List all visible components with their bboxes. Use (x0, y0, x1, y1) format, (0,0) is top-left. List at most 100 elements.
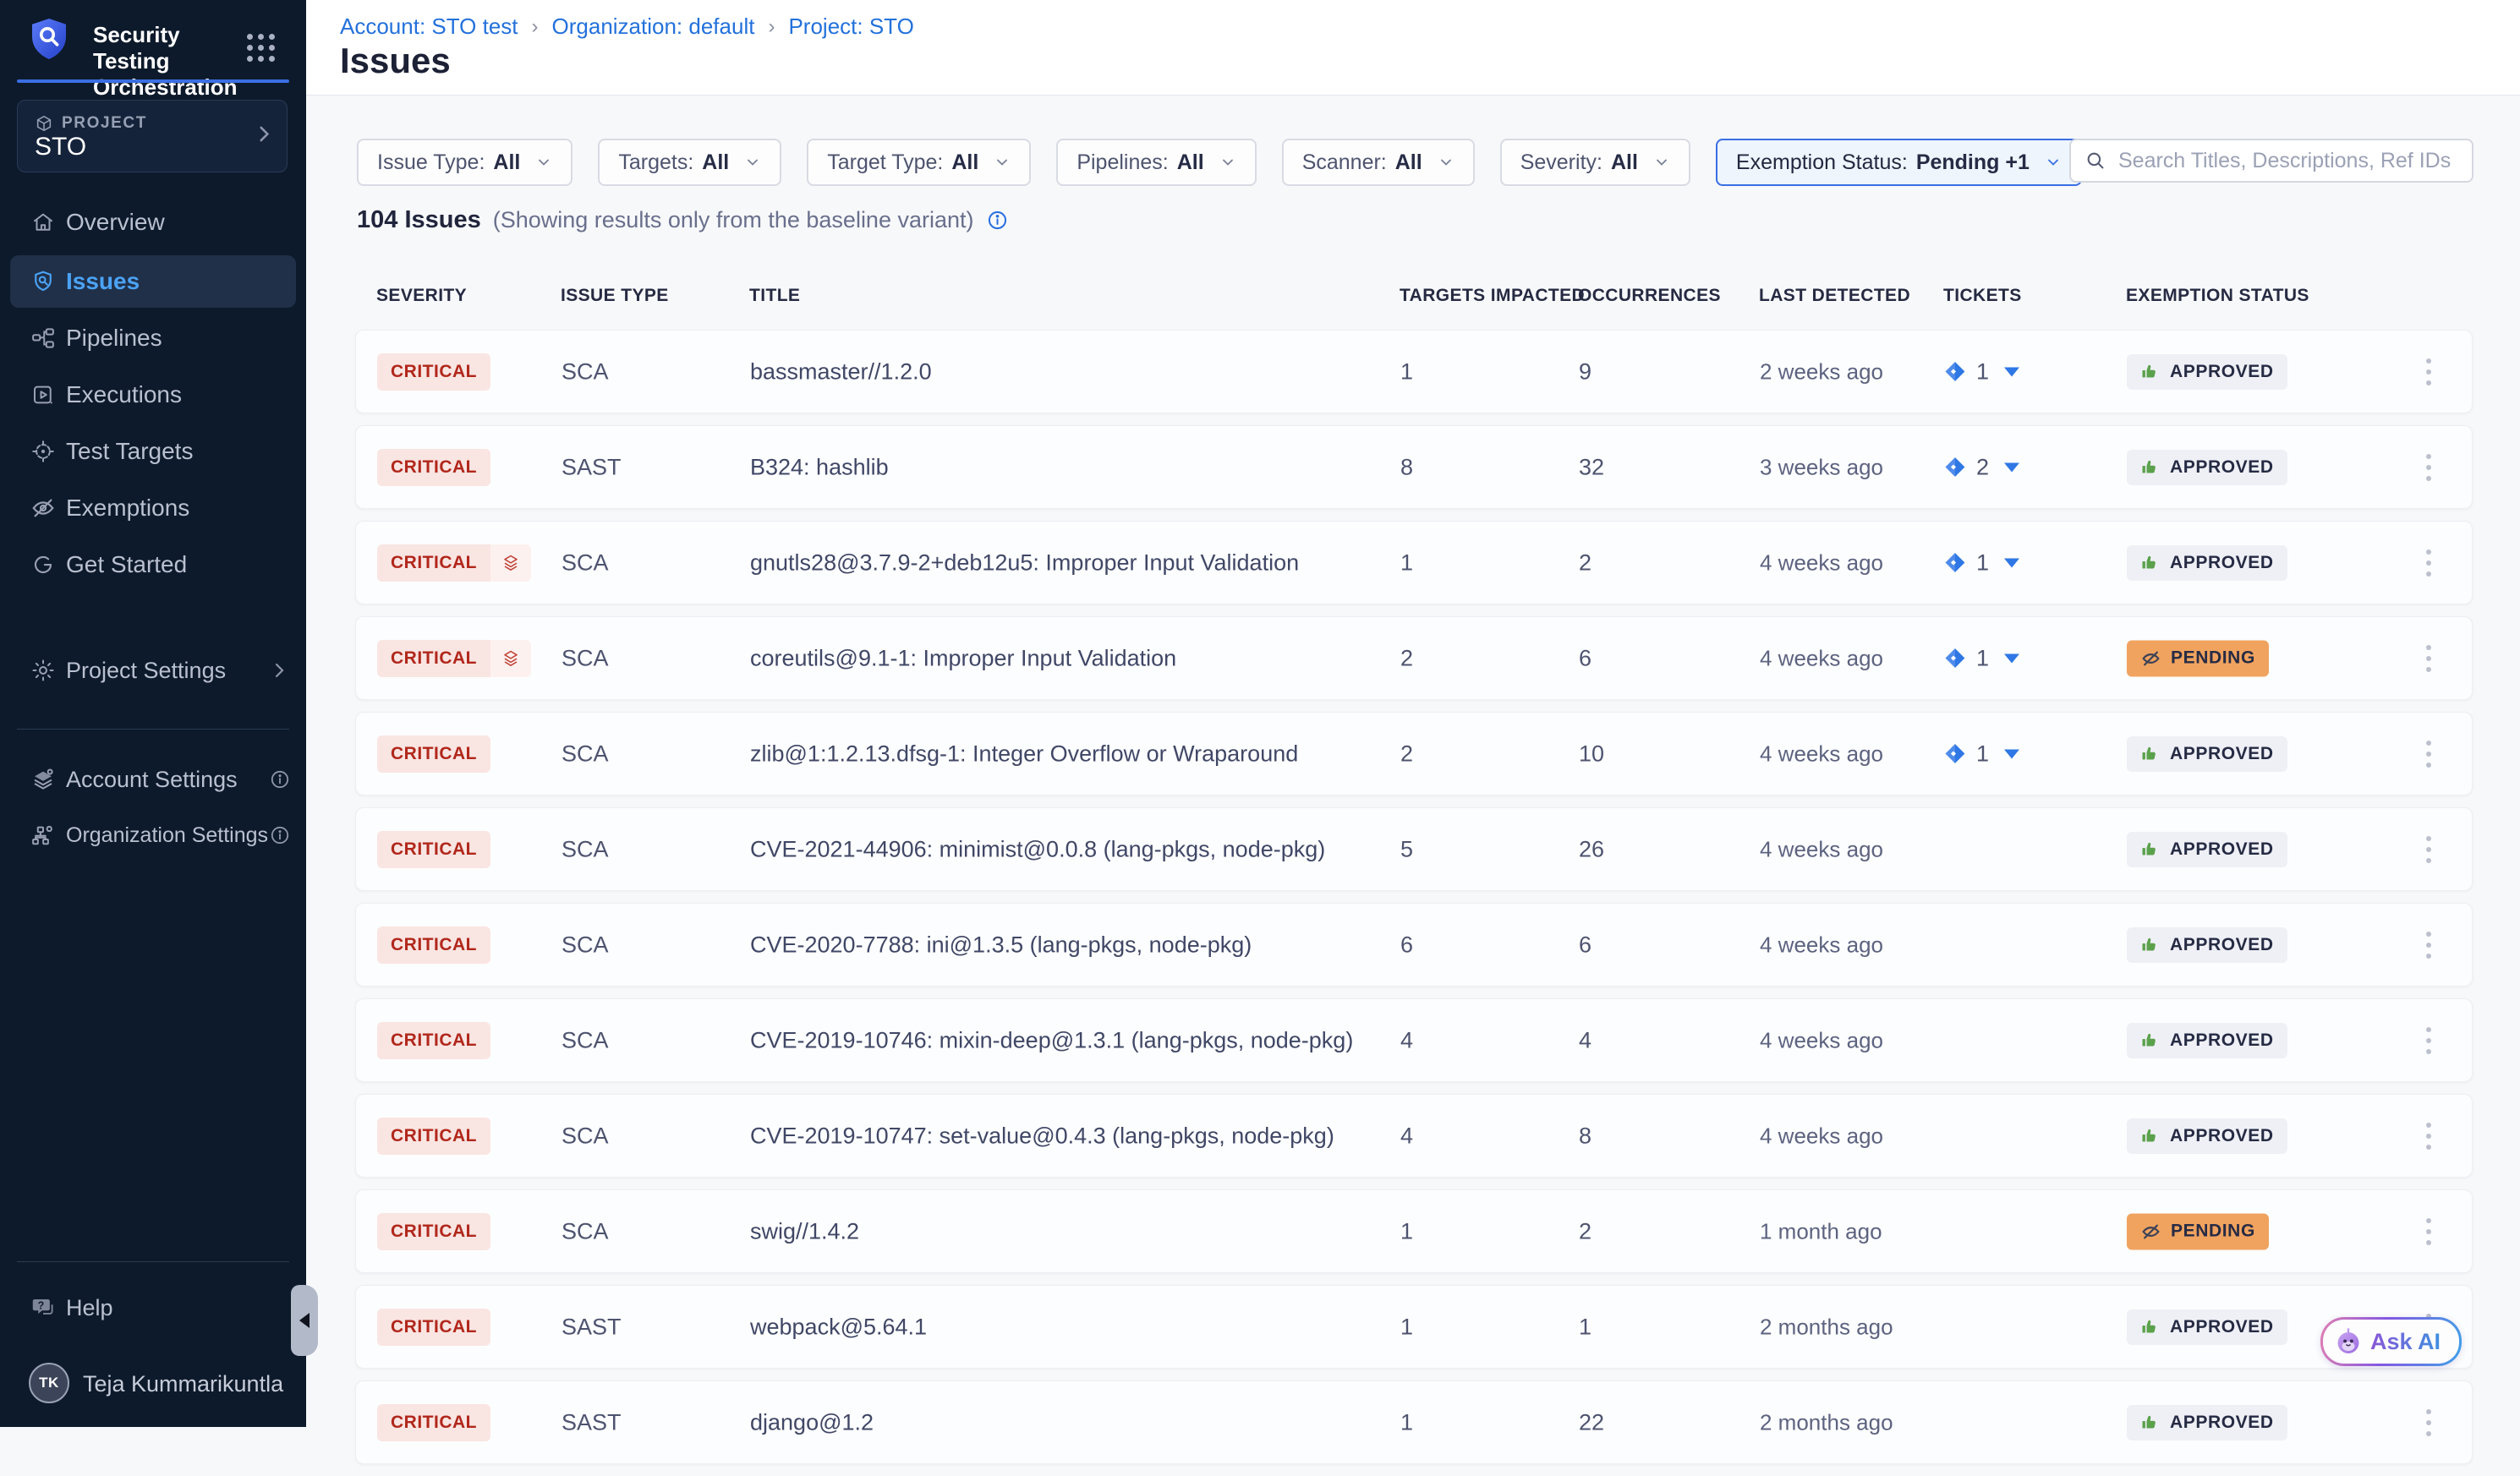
sidebar-item-overview[interactable]: Overview (10, 196, 296, 249)
ticket-caret-down-icon[interactable] (2004, 749, 2019, 758)
issue-row[interactable]: CRITICAL SAST django@1.2 1 22 2 months a… (355, 1380, 2473, 1464)
filter-chip-label: Scanner: (1302, 150, 1387, 175)
issue-row[interactable]: CRITICAL SCA swig//1.4.2 1 2 1 month ago… (355, 1189, 2473, 1273)
row-menu-button[interactable] (2421, 735, 2436, 773)
breadcrumb-project[interactable]: Project: STO (788, 14, 913, 40)
sidebar-item-test-targets[interactable]: Test Targets (10, 425, 296, 478)
ai-robot-icon (2333, 1326, 2364, 1357)
issue-row[interactable]: CRITICAL SCA zlib@1:1.2.13.dfsg-1: Integ… (355, 712, 2473, 795)
filter-chip[interactable]: Target Type: All (807, 139, 1031, 186)
issue-title[interactable]: CVE-2019-10747: set-value@0.4.3 (lang-pk… (750, 1123, 1334, 1149)
breadcrumb-organization[interactable]: Organization: default (552, 14, 755, 40)
issue-title[interactable]: django@1.2 (750, 1409, 874, 1435)
filter-chip[interactable]: Scanner: All (1282, 139, 1475, 186)
issue-title[interactable]: CVE-2021-44906: minimist@0.0.8 (lang-pkg… (750, 836, 1325, 862)
sidebar-item-pipelines[interactable]: Pipelines (10, 312, 296, 364)
occurrences: 9 (1579, 358, 1591, 385)
sidebar-item-account-settings[interactable]: Account Settings (10, 753, 296, 806)
issue-row[interactable]: CRITICAL SCA CVE-2021-44906: minimist@0.… (355, 807, 2473, 891)
row-menu-button[interactable] (2421, 640, 2436, 677)
row-menu-button[interactable] (2421, 831, 2436, 868)
row-menu-button[interactable] (2421, 1118, 2436, 1155)
row-menu-button[interactable] (2421, 1404, 2436, 1441)
ticket-link[interactable]: 1 (1944, 741, 2019, 767)
row-menu-button[interactable] (2421, 449, 2436, 486)
issue-title[interactable]: CVE-2019-10746: mixin-deep@1.3.1 (lang-p… (750, 1027, 1353, 1053)
sidebar-item-exemptions[interactable]: Exemptions (10, 482, 296, 534)
ask-ai-button[interactable]: Ask AI (2320, 1317, 2462, 1366)
issue-row[interactable]: CRITICAL SCA coreutils@9.1-1: Improper I… (355, 616, 2473, 700)
row-menu-button[interactable] (2421, 1213, 2436, 1250)
chevron-separator-icon: › (532, 15, 539, 39)
ticket-caret-down-icon[interactable] (2004, 558, 2019, 567)
ticket-link[interactable]: 1 (1944, 645, 2019, 671)
issue-row[interactable]: CRITICAL SCA gnutls28@3.7.9-2+deb12u5: I… (355, 521, 2473, 604)
targets-impacted: 1 (1400, 1314, 1413, 1340)
severity-badge: CRITICAL (377, 353, 490, 391)
info-icon (269, 824, 291, 846)
filter-chip[interactable]: Issue Type: All (357, 139, 572, 186)
row-menu-button[interactable] (2421, 1022, 2436, 1059)
column-header: TITLE (749, 286, 800, 306)
project-selector[interactable]: PROJECT STO (17, 100, 288, 172)
eye-off-icon (2140, 648, 2161, 669)
issue-row[interactable]: CRITICAL SCA bassmaster//1.2.0 1 9 2 wee… (355, 330, 2473, 413)
exemption-status-label: PENDING (2171, 1222, 2255, 1242)
chevron-right-icon (269, 660, 289, 681)
issue-row[interactable]: CRITICAL SCA CVE-2019-10746: mixin-deep@… (355, 998, 2473, 1082)
exemption-status-badge: APPROVED (2127, 1309, 2287, 1345)
exemption-status-label: APPROVED (2170, 362, 2274, 382)
sidebar-divider (17, 729, 289, 730)
issue-title[interactable]: B324: hashlib (750, 454, 889, 480)
sidebar-item-help[interactable]: ? Help (10, 1282, 296, 1334)
issue-title[interactable]: bassmaster//1.2.0 (750, 358, 932, 385)
issue-row[interactable]: CRITICAL SAST webpack@5.64.1 1 1 2 month… (355, 1285, 2473, 1369)
accent-divider (17, 79, 289, 83)
issue-title[interactable]: zlib@1:1.2.13.dfsg-1: Integer Overflow o… (750, 741, 1298, 767)
help-chat-icon: ? (30, 1295, 56, 1320)
user-avatar[interactable]: TK (29, 1363, 69, 1403)
ticket-caret-down-icon[interactable] (2004, 462, 2019, 472)
filter-chip-exemption-status[interactable]: Exemption Status: Pending +1 (1716, 139, 2082, 186)
filter-chip[interactable]: Pipelines: All (1056, 139, 1256, 186)
chevron-down-icon (1219, 154, 1236, 171)
issue-title[interactable]: CVE-2020-7788: ini@1.3.5 (lang-pkgs, nod… (750, 932, 1252, 958)
sidebar-item-get-started[interactable]: Get Started (10, 538, 296, 591)
row-menu-button[interactable] (2421, 353, 2436, 391)
sidebar-collapse-handle[interactable] (291, 1285, 318, 1356)
issue-title[interactable]: gnutls28@3.7.9-2+deb12u5: Improper Input… (750, 549, 1299, 576)
occurrences: 4 (1579, 1027, 1591, 1053)
breadcrumb-account[interactable]: Account: STO test (340, 14, 518, 40)
sidebar-item-organization-settings[interactable]: Organization Settings (10, 809, 296, 861)
issue-row[interactable]: CRITICAL SAST B324: hashlib 8 32 3 weeks… (355, 425, 2473, 509)
row-menu-button[interactable] (2421, 544, 2436, 582)
row-menu-button[interactable] (2421, 927, 2436, 964)
chevron-down-icon (535, 154, 552, 171)
nine-dot-grid-icon[interactable] (247, 34, 275, 62)
ticket-link[interactable]: 1 (1944, 549, 2019, 576)
ticket-caret-down-icon[interactable] (2004, 367, 2019, 376)
table-header: SEVERITYISSUE TYPETITLETARGETS IMPACTEDO… (355, 286, 2473, 320)
thumbs-up-icon (2140, 1126, 2161, 1146)
ticket-link[interactable]: 2 (1944, 454, 2019, 480)
issue-row[interactable]: CRITICAL SCA CVE-2020-7788: ini@1.3.5 (l… (355, 903, 2473, 987)
severity-badge: CRITICAL (377, 640, 531, 677)
filter-chip[interactable]: Severity: All (1500, 139, 1690, 186)
filter-chip[interactable]: Targets: All (598, 139, 781, 186)
sidebar-item-project-settings[interactable]: Project Settings (10, 644, 296, 697)
thumbs-up-icon (2140, 1317, 2161, 1337)
targets-impacted: 2 (1400, 741, 1413, 767)
issue-row[interactable]: CRITICAL SCA CVE-2019-10747: set-value@0… (355, 1094, 2473, 1178)
user-name[interactable]: Teja Kummarikuntla (83, 1371, 283, 1397)
issue-title[interactable]: coreutils@9.1-1: Improper Input Validati… (750, 645, 1176, 671)
issue-title[interactable]: swig//1.4.2 (750, 1218, 859, 1244)
ticket-caret-down-icon[interactable] (2004, 653, 2019, 663)
exemption-status-badge: APPROVED (2127, 736, 2287, 772)
sidebar-item-issues[interactable]: Issues (10, 255, 296, 308)
thumbs-up-icon (2140, 457, 2161, 478)
issue-title[interactable]: webpack@5.64.1 (750, 1314, 927, 1340)
info-icon[interactable] (986, 209, 1009, 232)
ticket-link[interactable]: 1 (1944, 358, 2019, 385)
sidebar-item-executions[interactable]: Executions (10, 369, 296, 421)
search-input[interactable] (2117, 148, 2458, 174)
